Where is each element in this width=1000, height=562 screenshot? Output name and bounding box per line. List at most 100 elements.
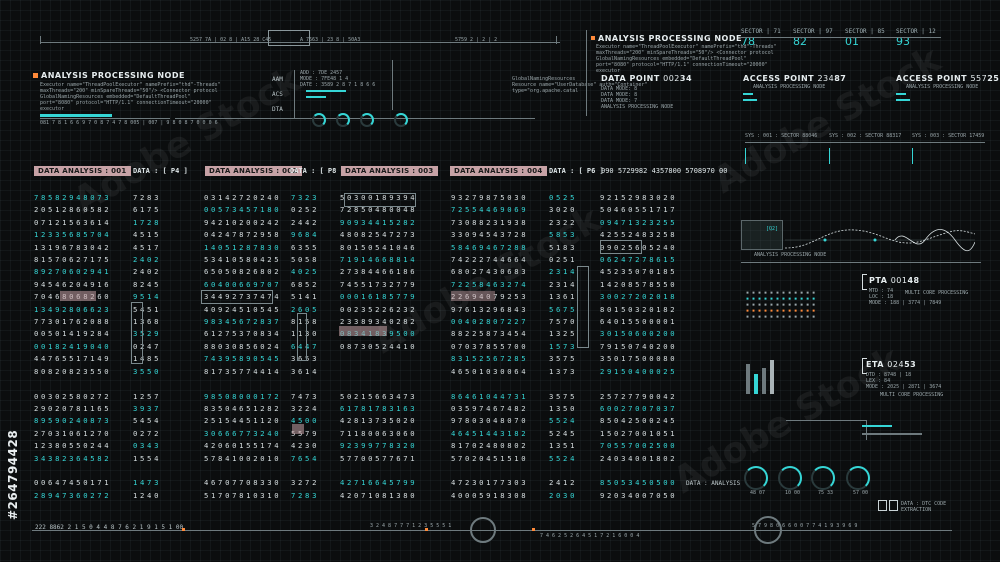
dp-row: ANALYSIS PROCESSING NODE: [601, 104, 674, 110]
number-row: 5853: [549, 230, 578, 240]
divider: [40, 118, 170, 119]
gauge-value: 57 00: [853, 490, 869, 496]
node-left-lines: Executor name="ThreadPoolExecutor" nameP…: [40, 82, 221, 112]
number-column: 78582948073 20512860582 07121563614 1233568…: [34, 192, 111, 502]
number-row: 81702480802: [451, 441, 529, 451]
gauge-1: [744, 466, 768, 490]
node-left-title: ANALYSIS PROCESSING NODE: [41, 71, 185, 80]
number-row: [291, 465, 319, 477]
number-row: 80150320182: [600, 304, 678, 314]
number-row: 79150740200: [600, 341, 678, 351]
number-row: 6355: [291, 242, 320, 252]
number-row: 47230177303: [451, 478, 529, 488]
chart-value: [Q2]: [766, 226, 779, 232]
number-row: 29150400025: [600, 366, 678, 376]
ap-bar: [896, 93, 906, 95]
eta-label: ETA: [866, 360, 884, 369]
ap-bar: [743, 99, 757, 101]
number-row: [340, 353, 417, 365]
node-left-stats: 081 7 8 1 6 6 9 7 0 8 7 4 7 8 005 | 007 …: [40, 120, 218, 126]
number-row: 45235070185: [600, 267, 678, 277]
data-point-title: DATA POINT 00234: [601, 74, 692, 83]
number-row: 5183: [549, 242, 578, 252]
sys-dots: [745, 148, 806, 164]
number-row: 83152567285: [451, 354, 529, 364]
analysis-header-2: DATA ANALYSIS : 002: [205, 166, 302, 176]
number-row: 61781783163: [340, 403, 418, 413]
divider: [741, 262, 981, 263]
stock-id: #264794428: [6, 429, 20, 520]
number-row: 5675: [549, 304, 578, 314]
number-row: 14051287830: [204, 242, 282, 252]
number-row: 50215663473: [340, 391, 418, 401]
number-row: 30666773240: [204, 428, 282, 438]
number-row: 3575: [549, 354, 578, 364]
number-row: 6852: [291, 279, 320, 289]
number-row: [204, 378, 281, 390]
number-row: 3614: [291, 366, 320, 376]
number-row: 44765517149: [34, 354, 112, 364]
doc-icon: [889, 500, 898, 511]
ticker-frame: [268, 30, 310, 46]
access-point-hi: 87: [834, 74, 847, 83]
number-row: 25727790042: [600, 391, 678, 401]
access-point-sub: ANALYSIS PROCESSING NODE: [753, 84, 826, 90]
code-line: executor: [40, 106, 65, 112]
access-point-hi: 25: [987, 74, 1000, 83]
data-point-rows: DATA MODE: 8 DATA MODE: 8 DATA MODE: 7 A…: [601, 86, 673, 110]
number-row: 8245: [133, 279, 162, 289]
number-row: [451, 465, 528, 477]
data-point-label: DATA POINT: [601, 74, 660, 83]
number-row: [600, 465, 677, 477]
number-row: 60027007037: [600, 403, 678, 413]
number-row: 85042500245: [600, 416, 678, 426]
number-row: [549, 465, 577, 477]
orange-dot: [532, 528, 535, 531]
number-row: 34382364582: [34, 453, 112, 463]
target-circle: [470, 517, 496, 543]
sector-1: SECTOR | 71 78: [741, 28, 783, 48]
number-row: 68027430683: [451, 267, 529, 277]
progress-bar: [40, 114, 112, 117]
number-row: 1350: [549, 403, 578, 413]
number-row: 6175: [133, 205, 162, 215]
number-row: 57020451510: [451, 453, 529, 463]
sys-row-3: SYS : 003 : SECTOR 17459: [912, 133, 985, 139]
number-row: 25154451120: [204, 416, 282, 426]
acs-label: ACS: [272, 91, 283, 98]
bottom-ticker-mid: 3 2 4 8 7 7 7 1 2 3 5 5 5 1: [370, 523, 452, 529]
pta-sub: MULTI CORE PROCESSING: [905, 290, 969, 296]
number-row: 35017500080: [600, 354, 678, 364]
number-row: 1257: [133, 391, 162, 401]
sector-label: SECTOR | 71: [741, 28, 781, 35]
analysis-header-3: DATA ANALYSIS : 003: [341, 166, 438, 176]
aac-labels: AAM ACS DTA: [272, 72, 283, 117]
orange-marker: [33, 73, 38, 78]
number-row: 28947360272: [34, 490, 112, 500]
number-row: 92152983020: [600, 193, 678, 202]
number-row: [34, 465, 111, 477]
number-row: 08730524410: [340, 341, 418, 351]
access-point-2: ACCESS POINT 55725: [896, 74, 999, 83]
bottom-gauges-label: DATA : ANALYSIS: [686, 480, 741, 487]
bottom-ticker-mid2: 7 4 6 2 5 2 6 4 5 1 7 2 1 6 0 0 4: [540, 533, 640, 539]
number-row: 7323: [291, 193, 320, 202]
info-rows: [862, 425, 962, 455]
number-row: [340, 378, 417, 390]
number-row: 03597467482: [451, 403, 529, 413]
chart-thumb: [Q2]: [741, 220, 783, 250]
number-row: 58469467288: [451, 242, 529, 252]
number-column: 93279875030 72554469069 73088231938 3309454…: [451, 192, 528, 502]
number-row: 15027001051: [600, 428, 678, 438]
divider: [745, 142, 985, 143]
number-row: 7473: [291, 391, 320, 401]
number-row: 20512860582: [34, 205, 112, 215]
divider: [175, 118, 535, 119]
number-row: [600, 378, 677, 390]
number-row: 5245: [549, 428, 578, 438]
gauge-value: 75 33: [818, 490, 834, 496]
number-row: 42813735020: [340, 416, 418, 426]
number-row: 7654: [291, 453, 320, 463]
tick: [40, 36, 41, 44]
number-row: 0251: [549, 255, 578, 265]
